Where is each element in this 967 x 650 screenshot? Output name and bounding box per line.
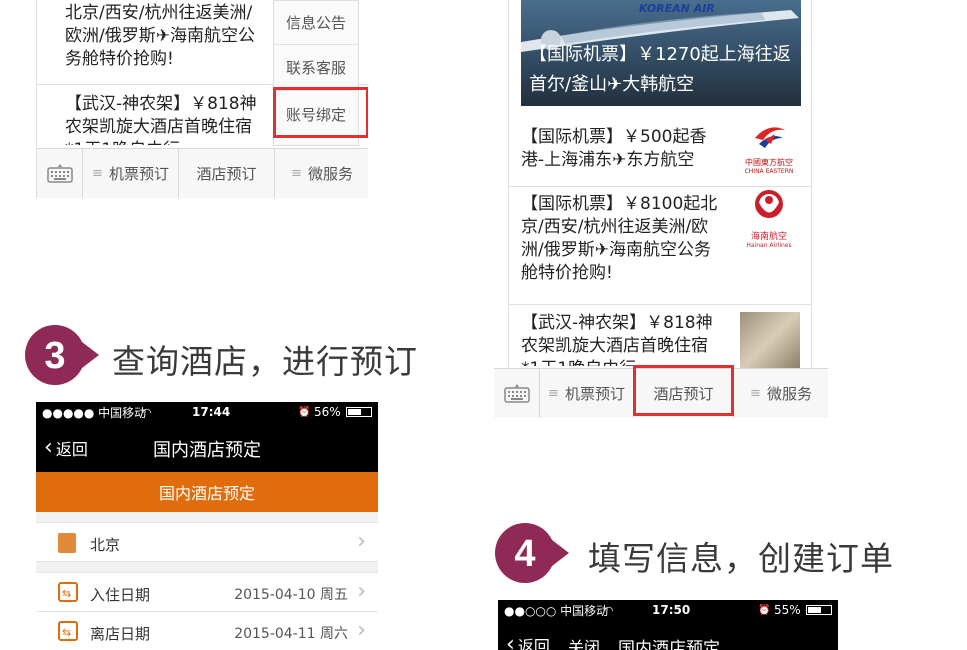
wechat-panel-top-right: KOREAN AIR 【国际机票】￥1270起上海往返首尔/釜山✈大韩航空 【国… xyxy=(494,0,828,418)
popup-item-service[interactable]: 联系客服 xyxy=(274,45,358,91)
news-item-text[interactable]: 【国际机票】￥8100起北京/西安/杭州往返美洲/欧洲/俄罗斯✈海南航空公务舱特… xyxy=(521,193,723,289)
logo-en: Hainan Airlines xyxy=(746,242,792,249)
nav-bar: ‹ 返回 关闭 国内酒店预定 xyxy=(498,620,838,650)
page-title: 国内酒店预定 xyxy=(618,639,720,650)
menu-label: 酒店预订 xyxy=(196,165,257,183)
checkin-row[interactable]: ⇆ 入住日期 2015-04-10 周五 › xyxy=(36,572,378,612)
carrier-text: ●●○○○ 中国移动 xyxy=(504,603,609,618)
banner-caption: 【国际机票】￥1270起上海往返首尔/釜山✈大韩航空 xyxy=(529,44,791,95)
article-text-2[interactable]: 【武汉-神农架】￥818神农架凯旋大酒店首晚住宿*1天1晚自由行 xyxy=(65,93,265,145)
menu-label: 微服务 xyxy=(766,385,812,403)
calendar-checkout-icon: ⇆ xyxy=(58,621,78,641)
calendar-arrow: ⇆ xyxy=(62,587,72,600)
chevron-right-icon: › xyxy=(357,618,366,643)
menu-micro-service[interactable]: ≡ 微服务 xyxy=(275,149,368,198)
menu-flight-booking[interactable]: ≡ 机票预订 xyxy=(83,149,179,198)
battery-fill xyxy=(348,409,361,415)
menu-micro-service[interactable]: ≡ 微服务 xyxy=(734,369,828,418)
city-label: 北京 xyxy=(90,536,121,554)
phone-screen-order-form: ●●○○○ 中国移动 ◠ 17:50 ⏰ 55% ‹ 返回 关闭 国内酒店预定 xyxy=(498,600,838,650)
menu-lines-icon: ≡ xyxy=(548,386,559,401)
keyboard-icon[interactable] xyxy=(494,369,540,418)
calendar-arrow: ⇆ xyxy=(62,626,72,639)
carrier-text: ●●●●● 中国移动 xyxy=(42,405,147,420)
menu-label: 机票预订 xyxy=(564,385,625,403)
banner[interactable]: KOREAN AIR 【国际机票】￥1270起上海往返首尔/釜山✈大韩航空 xyxy=(521,0,801,106)
step-3-title: 查询酒店，进行预订 xyxy=(112,342,418,381)
popup-item-notice[interactable]: 信息公告 xyxy=(274,1,358,45)
nav-bar: ‹ 返回 国内酒店预定 xyxy=(36,422,378,472)
battery-text: 56% xyxy=(314,405,341,419)
battery-fill xyxy=(808,607,821,613)
back-label: 返回 xyxy=(517,636,550,650)
close-button[interactable]: 关闭 xyxy=(568,634,600,650)
status-bar: ●●●●● 中国移动 ◠ 17:44 ⏰ 56% xyxy=(36,402,378,422)
bottom-menu: ≡ 机票预订 酒店预订 ≡ 微服务 xyxy=(37,148,368,198)
menu-label: 机票预订 xyxy=(108,165,169,183)
step-number: 3 xyxy=(44,335,65,377)
shennongjia-thumbnail xyxy=(740,312,800,368)
step-4-title: 填写信息，创建订单 xyxy=(588,539,894,578)
step-number: 4 xyxy=(514,533,535,575)
tab-domestic-hotel[interactable]: 国内酒店预定 xyxy=(36,472,378,512)
menu-lines-icon: ≡ xyxy=(291,166,302,181)
time-text: 17:44 xyxy=(192,405,231,419)
news-item-text[interactable]: 【国际机票】￥500起香港-上海浦东✈东方航空 xyxy=(521,126,723,174)
keyboard-icon[interactable] xyxy=(37,149,83,198)
page-title: 国内酒店预定 xyxy=(153,440,261,461)
chevron-right-icon: › xyxy=(357,529,366,554)
logo-cn: 中國東方航空 xyxy=(745,158,793,167)
wifi-icon: ◠ xyxy=(142,405,152,419)
china-eastern-logo: 中國東方航空 CHINA EASTERN xyxy=(739,120,799,178)
menu-flight-booking[interactable]: ≡ 机票预订 xyxy=(540,369,634,418)
building-icon xyxy=(58,533,76,553)
step-4-badge: 4 xyxy=(495,523,569,583)
highlight-box xyxy=(273,87,368,138)
news-item-text[interactable]: 【武汉-神农架】￥818神农架凯旋大酒店首晚住宿*1天1晚自由行 xyxy=(521,312,723,366)
phone-screen-hotel-search: ●●●●● 中国移动 ◠ 17:44 ⏰ 56% ‹ 返回 国内酒店预定 国内酒店… xyxy=(36,402,378,650)
logo-en: CHINA EASTERN xyxy=(744,168,794,175)
checkout-label: 离店日期 xyxy=(90,625,151,643)
alarm-icon: ⏰ xyxy=(298,406,311,418)
wechat-panel-top-left: 北京/西安/杭州往返美洲/欧洲/俄罗斯✈海南航空公务舱特价抢购! 【武汉-神农架… xyxy=(36,0,368,198)
wifi-icon: ◠ xyxy=(604,603,614,617)
alarm-icon: ⏰ xyxy=(758,604,771,616)
divider xyxy=(508,186,812,187)
checkout-value: 2015-04-11 周六 xyxy=(234,626,348,642)
menu-lines-icon: ≡ xyxy=(750,386,761,401)
checkin-label: 入住日期 xyxy=(90,586,151,604)
menu-label: 微服务 xyxy=(307,165,353,183)
article-text[interactable]: 北京/西安/杭州往返美洲/欧洲/俄罗斯✈海南航空公务舱特价抢购! xyxy=(65,2,265,74)
banner-brand: KOREAN AIR xyxy=(639,2,715,15)
checkin-value: 2015-04-10 周五 xyxy=(234,587,348,603)
back-button[interactable]: ‹ 返回 xyxy=(506,632,550,650)
chevron-right-icon: › xyxy=(357,579,366,604)
hainan-airlines-logo: 海南航空 Hainan Airlines xyxy=(739,190,799,250)
logo-cn: 海南航空 xyxy=(750,232,787,242)
step-3-badge: 3 xyxy=(25,325,99,385)
menu-lines-icon: ≡ xyxy=(92,166,103,181)
chevron-left-icon: ‹ xyxy=(506,632,515,650)
status-bar: ●●○○○ 中国移动 ◠ 17:50 ⏰ 55% xyxy=(498,600,838,620)
checkout-row[interactable]: ⇆ 离店日期 2015-04-11 周六 › xyxy=(36,612,378,650)
menu-hotel-booking[interactable]: 酒店预订 xyxy=(179,149,275,198)
calendar-checkin-icon: ⇆ xyxy=(58,582,78,602)
battery-icon xyxy=(806,605,832,615)
highlight-box xyxy=(633,365,734,416)
divider xyxy=(508,304,812,305)
time-text: 17:50 xyxy=(652,603,691,617)
battery-icon xyxy=(346,407,372,417)
city-row[interactable]: 北京 › xyxy=(36,522,378,562)
battery-text: 55% xyxy=(774,603,801,617)
